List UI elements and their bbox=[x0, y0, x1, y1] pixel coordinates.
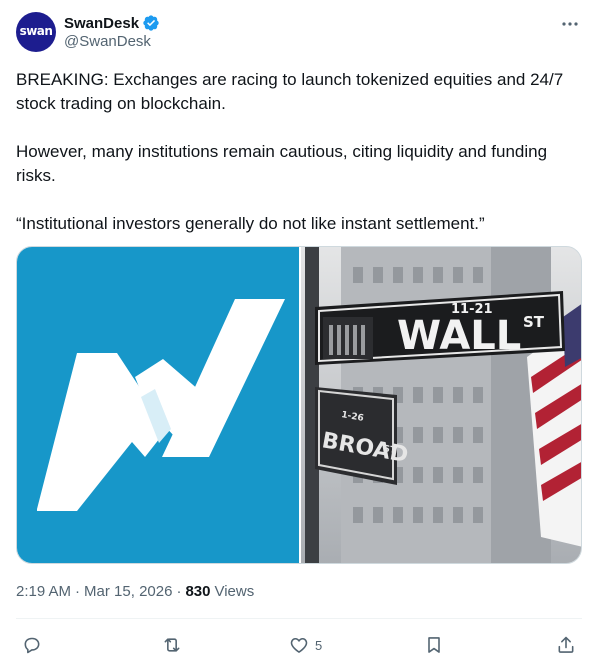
tweet-meta: 2:19 AM · Mar 15, 2026 · 830 Views bbox=[16, 583, 254, 600]
verified-badge-icon bbox=[143, 15, 159, 31]
views-count: 830 bbox=[185, 583, 211, 600]
nasdaq-logo-icon bbox=[37, 299, 285, 511]
like-button[interactable]: 5 bbox=[289, 634, 322, 656]
tweet-actions: 5 bbox=[16, 630, 582, 660]
share-button[interactable] bbox=[556, 634, 576, 656]
divider bbox=[16, 618, 582, 619]
tweet-media[interactable]: 11-21 WALL ST 1-26 BROAD ST bbox=[16, 246, 582, 564]
separator: · bbox=[75, 583, 81, 600]
separator: · bbox=[176, 583, 182, 600]
reply-button[interactable] bbox=[22, 634, 42, 656]
avatar-text: swan bbox=[19, 24, 53, 38]
handle[interactable]: @SwanDesk bbox=[64, 33, 151, 50]
share-icon bbox=[558, 636, 574, 653]
heart-icon bbox=[290, 637, 308, 653]
nasdaq-logo-image[interactable] bbox=[17, 247, 299, 563]
tweet-date[interactable]: Mar 15, 2026 bbox=[84, 583, 172, 600]
wall-text: WALL bbox=[397, 313, 521, 359]
tweet-header: swan SwanDesk @SwanDesk bbox=[16, 12, 582, 52]
name-row: SwanDesk bbox=[64, 13, 160, 33]
wall-street-photo: 11-21 WALL ST 1-26 BROAD ST bbox=[301, 247, 581, 563]
retweet-icon bbox=[164, 638, 180, 652]
more-options-icon[interactable] bbox=[560, 14, 580, 34]
avatar[interactable]: swan bbox=[16, 12, 56, 52]
wall-suffix-text: ST bbox=[523, 313, 545, 331]
bookmark-icon bbox=[428, 637, 440, 653]
retweet-button[interactable] bbox=[162, 634, 182, 656]
display-name[interactable]: SwanDesk bbox=[64, 15, 139, 32]
wall-street-sign-image[interactable]: 11-21 WALL ST 1-26 BROAD ST bbox=[301, 247, 581, 563]
like-count: 5 bbox=[315, 637, 323, 653]
tweet-text: BREAKING: Exchanges are racing to launch… bbox=[16, 70, 564, 233]
reply-icon bbox=[24, 637, 40, 654]
tweet-time[interactable]: 2:19 AM bbox=[16, 583, 71, 600]
views-label: Views bbox=[214, 583, 255, 600]
bookmark-button[interactable] bbox=[424, 634, 444, 656]
